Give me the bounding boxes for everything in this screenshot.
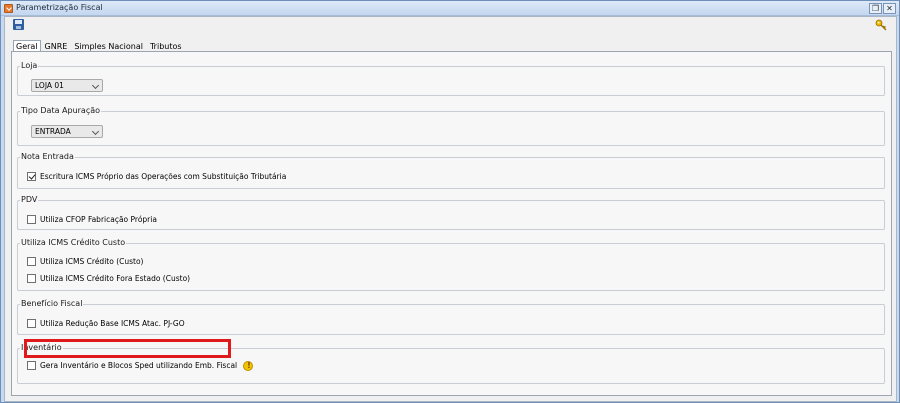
checkbox-label: Utiliza ICMS Crédito (Custo) bbox=[40, 257, 144, 266]
checkbox[interactable] bbox=[27, 215, 36, 224]
group-pdv: PDV Utiliza CFOP Fabricação Própria bbox=[17, 195, 885, 230]
app-icon bbox=[4, 4, 13, 13]
checkbox-label: Utiliza CFOP Fabricação Própria bbox=[40, 215, 157, 224]
window-title: Parametrização Fiscal bbox=[16, 3, 103, 12]
restore-icon[interactable]: ❐ bbox=[869, 3, 882, 14]
warning-icon[interactable] bbox=[243, 360, 254, 371]
select-value: LOJA 01 bbox=[35, 81, 64, 90]
group-title: Loja bbox=[20, 61, 39, 70]
group-icms-credito-custo: Utiliza ICMS Crédito Custo Utiliza ICMS … bbox=[17, 238, 885, 291]
chevron-down-icon bbox=[91, 81, 100, 90]
group-title: Tipo Data Apuração bbox=[20, 106, 102, 115]
title-bar: Parametrização Fiscal ❐ ✕ bbox=[1, 1, 899, 16]
group-nota-entrada: Nota Entrada Escritura ICMS Próprio das … bbox=[17, 152, 885, 189]
chevron-down-icon bbox=[91, 127, 100, 136]
close-icon[interactable]: ✕ bbox=[883, 3, 896, 14]
escritura-icms-checkbox-row[interactable]: Escritura ICMS Próprio das Operações com… bbox=[27, 171, 286, 182]
key-icon[interactable] bbox=[875, 19, 887, 31]
checkbox-label: Gera Inventário e Blocos Sped utilizando… bbox=[40, 361, 238, 370]
checkbox-checked[interactable] bbox=[27, 172, 36, 181]
checkbox[interactable] bbox=[27, 319, 36, 328]
group-title: PDV bbox=[20, 195, 39, 204]
group-tipo-data-apuracao: Tipo Data Apuração ENTRADA bbox=[17, 106, 885, 146]
icms-credito-custo-checkbox-row[interactable]: Utiliza ICMS Crédito (Custo) bbox=[27, 256, 143, 267]
tipo-data-select[interactable]: ENTRADA bbox=[31, 125, 103, 138]
select-value: ENTRADA bbox=[35, 127, 71, 136]
cfop-fabricacao-checkbox-row[interactable]: Utiliza CFOP Fabricação Própria bbox=[27, 214, 157, 225]
save-icon[interactable] bbox=[13, 19, 24, 30]
checkbox[interactable] bbox=[27, 274, 36, 283]
reducao-base-checkbox-row[interactable]: Utiliza Redução Base ICMS Atac. PJ-GO bbox=[27, 318, 185, 329]
checkbox-label: Utiliza ICMS Crédito Fora Estado (Custo) bbox=[40, 274, 191, 283]
group-title: Nota Entrada bbox=[20, 152, 75, 161]
loja-select[interactable]: LOJA 01 bbox=[31, 79, 103, 92]
window: Parametrização Fiscal ❐ ✕ Geral GNRE Sim… bbox=[0, 0, 900, 403]
checkbox[interactable] bbox=[27, 257, 36, 266]
gera-inventario-checkbox-row[interactable]: Gera Inventário e Blocos Sped utilizando… bbox=[27, 360, 254, 371]
checkbox-label: Utiliza Redução Base ICMS Atac. PJ-GO bbox=[40, 319, 185, 328]
highlight-box bbox=[24, 339, 231, 358]
icms-credito-fora-estado-checkbox-row[interactable]: Utiliza ICMS Crédito Fora Estado (Custo) bbox=[27, 273, 190, 284]
group-loja: Loja LOJA 01 bbox=[17, 61, 885, 96]
group-title: Benefício Fiscal bbox=[20, 299, 84, 308]
window-controls: ❐ ✕ bbox=[868, 3, 896, 14]
checkbox-label: Escritura ICMS Próprio das Operações com… bbox=[40, 172, 287, 181]
checkbox[interactable] bbox=[27, 361, 36, 370]
group-beneficio-fiscal: Benefício Fiscal Utiliza Redução Base IC… bbox=[17, 299, 885, 335]
group-title: Utiliza ICMS Crédito Custo bbox=[20, 238, 127, 247]
